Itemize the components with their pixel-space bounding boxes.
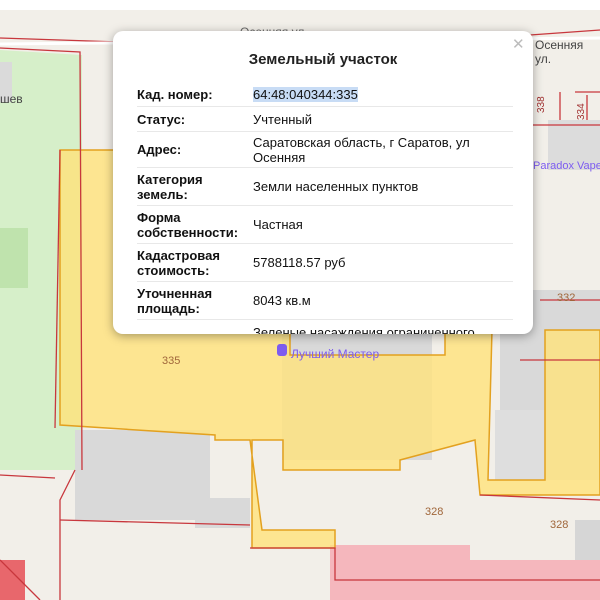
attribute-row: Статус: Учтенный bbox=[137, 107, 513, 132]
building bbox=[75, 430, 210, 520]
attribute-key: Уточненная площадь: bbox=[137, 285, 213, 316]
attribute-key: Статус: bbox=[137, 111, 186, 127]
attribute-value: 8043 кв.м bbox=[253, 293, 311, 308]
poi-label-master: Лучший Мастер bbox=[291, 347, 380, 361]
cadastral-number[interactable]: 64:48:040344:335 bbox=[253, 86, 358, 102]
attribute-value: 64:48:040344:335 bbox=[253, 86, 513, 102]
parcel-label-338: 338 bbox=[536, 96, 547, 113]
parcel-label-332: 332 bbox=[557, 292, 576, 304]
attribute-row: Форма собственности: Частная bbox=[137, 206, 513, 244]
attribute-row: Адрес: Саратовская область, г Саратов, у… bbox=[137, 132, 513, 168]
attribute-key: Форма собственности: bbox=[137, 209, 239, 240]
close-icon[interactable]: ✕ bbox=[512, 35, 525, 53]
pink-corner bbox=[0, 560, 25, 600]
parcel-label-335: 335 bbox=[162, 355, 181, 367]
attribute-key: Категория земель: bbox=[137, 171, 203, 202]
attribute-value: Учтенный bbox=[253, 111, 313, 127]
attribute-row: Уточненная площадь: 8043 кв.м bbox=[137, 282, 513, 320]
attribute-value: 5788118.57 руб bbox=[253, 255, 346, 270]
parcel-info-popup: Земельный участок ✕ Кад. номер: 64:48:04… bbox=[113, 31, 533, 334]
poi-marker-icon[interactable] bbox=[277, 344, 287, 356]
attribute-key: Кадастровая стоимость: bbox=[137, 247, 220, 278]
attribute-row: Категория земель: Земли населенных пункт… bbox=[137, 168, 513, 206]
parcel-label-328-right: 328 bbox=[550, 519, 569, 531]
attribute-value: Саратовская область, г Саратов, ул Осенн… bbox=[253, 134, 470, 165]
park-patch bbox=[0, 228, 28, 288]
attribute-row: Кадастровая стоимость: 5788118.57 руб bbox=[137, 244, 513, 282]
attribute-list: Кад. номер: 64:48:040344:335 Статус: Учт… bbox=[137, 82, 513, 334]
attribute-row: Кад. номер: 64:48:040344:335 bbox=[137, 82, 513, 107]
street-label-top-right: Осенняя ул. bbox=[535, 38, 584, 66]
attribute-key: Кад. номер: bbox=[137, 86, 213, 102]
parcel-label-328: 328 bbox=[425, 506, 444, 518]
attribute-value: Зеленые насаждения ограниченного bbox=[253, 324, 475, 335]
attribute-value: Земли населенных пунктов bbox=[253, 179, 419, 194]
attribute-row: Зеленые насаждения ограниченного bbox=[137, 320, 513, 335]
poi-label-paradox: Paradox Vape bbox=[533, 160, 600, 172]
attribute-value: Частная bbox=[253, 217, 303, 232]
attribute-key: Адрес: bbox=[137, 142, 182, 157]
parcel-label-334: 334 bbox=[576, 103, 587, 120]
popup-title: Земельный участок bbox=[248, 51, 398, 68]
street-label-left: шев bbox=[0, 92, 23, 106]
